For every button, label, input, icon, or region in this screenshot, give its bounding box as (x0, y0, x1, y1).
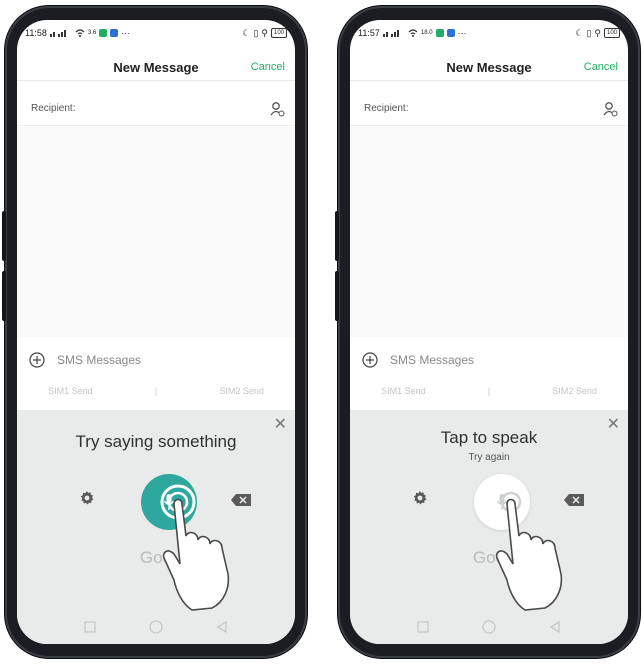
net-speed: 18.0 (420, 30, 433, 36)
message-thread-area (17, 127, 295, 337)
vibrate-icon: ▯ (586, 27, 592, 38)
plus-circle-icon[interactable] (29, 352, 45, 368)
voice-prompt: Tap to speak (440, 428, 538, 447)
recipient-label: Recipient: (364, 103, 409, 114)
nav-back-icon[interactable] (216, 621, 228, 633)
close-icon[interactable]: ✕ (274, 414, 287, 434)
more-notifications-icon: ··· (457, 28, 467, 38)
divider: | (154, 386, 158, 396)
more-notifications-icon: ··· (121, 28, 131, 38)
message-input[interactable]: SMS Messages (390, 353, 474, 367)
nav-back-icon[interactable] (549, 621, 561, 633)
volume-button (335, 211, 339, 261)
volume-button (2, 271, 6, 321)
app-notification-icon (446, 29, 455, 37)
net-speed: 3.6 (87, 30, 97, 36)
system-nav-bar (17, 610, 295, 644)
gear-icon[interactable] (79, 490, 95, 506)
moon-icon: ☾ (575, 27, 584, 38)
plus-circle-icon[interactable] (362, 352, 378, 368)
recipient-field[interactable]: Recipient: (350, 92, 628, 126)
battery-icon: 100 (603, 28, 620, 38)
nav-home-icon[interactable] (149, 620, 163, 634)
voice-prompt: Try saying something (75, 432, 237, 451)
status-bar: 11:57 18.0 ··· ☾ ▯ ⚲ 100 (350, 20, 628, 46)
app-notification-icon (110, 29, 119, 37)
message-input[interactable]: SMS Messages (57, 353, 141, 367)
nav-home-icon[interactable] (482, 620, 496, 634)
status-time: 11:57 (358, 28, 380, 38)
sim1-send-button[interactable]: SIM1 Send (381, 386, 426, 396)
page-title: New Message (446, 59, 532, 75)
sim-send-row: SIM1 Send | SIM2 Send (350, 382, 628, 400)
status-bar: 11:58 3.6 ··· ☾ ▯ ⚲ 100 (17, 20, 295, 46)
vibrate-icon: ▯ (253, 27, 259, 38)
moon-icon: ☾ (242, 27, 251, 38)
cancel-button[interactable]: Cancel (584, 61, 618, 73)
sim2-send-button[interactable]: SIM2 Send (219, 386, 264, 396)
page-title: New Message (113, 59, 199, 75)
gear-icon[interactable] (412, 490, 428, 506)
signal-icon (382, 30, 399, 37)
volume-button (2, 211, 6, 261)
location-icon: ⚲ (261, 27, 268, 38)
message-thread-area (350, 127, 628, 337)
header: New Message Cancel (17, 54, 295, 81)
volume-button (335, 271, 339, 321)
wifi-icon (408, 29, 418, 37)
add-contact-icon[interactable] (602, 101, 618, 117)
sim-send-row: SIM1 Send | SIM2 Send (17, 382, 295, 400)
sim2-send-button[interactable]: SIM2 Send (552, 386, 597, 396)
location-icon: ⚲ (594, 27, 601, 38)
add-contact-icon[interactable] (269, 101, 285, 117)
sms-input-row[interactable]: SMS Messages (350, 340, 628, 380)
recipient-field[interactable]: Recipient: (17, 92, 295, 126)
wifi-icon (75, 29, 85, 37)
tap-hand-icon (493, 484, 563, 611)
sim1-send-button[interactable]: SIM1 Send (48, 386, 93, 396)
app-notification-icon (435, 29, 444, 37)
system-nav-bar (350, 610, 628, 644)
try-again-link[interactable]: Try again (350, 452, 628, 463)
divider: | (487, 386, 491, 396)
nav-square-icon[interactable] (417, 621, 429, 633)
tap-hand-icon (160, 484, 230, 611)
recipient-label: Recipient: (31, 103, 76, 114)
sms-input-row[interactable]: SMS Messages (17, 340, 295, 380)
signal-icon (49, 30, 66, 37)
status-time: 11:58 (25, 28, 47, 38)
nav-square-icon[interactable] (84, 621, 96, 633)
battery-icon: 100 (270, 28, 287, 38)
app-notification-icon (99, 29, 108, 37)
header: New Message Cancel (350, 54, 628, 81)
cancel-button[interactable]: Cancel (251, 61, 285, 73)
